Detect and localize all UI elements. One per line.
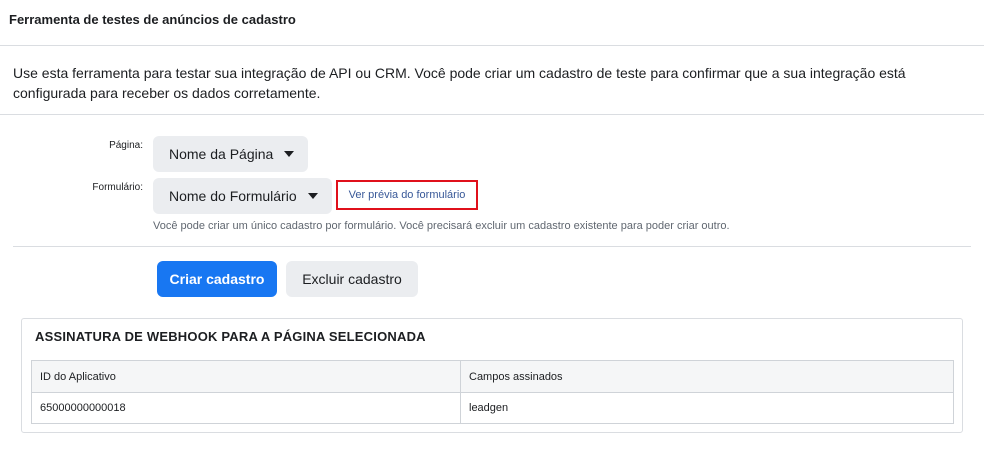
- create-lead-button[interactable]: Criar cadastro: [157, 261, 277, 297]
- divider: [13, 246, 971, 247]
- form-label: Formulário:: [92, 182, 143, 193]
- page-title: Ferramenta de testes de anúncios de cada…: [9, 12, 296, 27]
- delete-lead-button[interactable]: Excluir cadastro: [286, 261, 418, 297]
- page-select[interactable]: Nome da Página: [153, 136, 308, 172]
- webhook-title: ASSINATURA DE WEBHOOK PARA A PÁGINA SELE…: [35, 329, 426, 344]
- app-id-cell: 65000000000018: [32, 393, 461, 423]
- page-select-value: Nome da Página: [169, 146, 274, 162]
- column-header-app-id: ID do Aplicativo: [32, 361, 461, 392]
- form-help-text: Você pode criar um único cadastro por fo…: [153, 220, 730, 232]
- caret-down-icon: [308, 193, 318, 199]
- webhook-table: ID do Aplicativo Campos assinados 650000…: [31, 360, 954, 424]
- fields-cell: leadgen: [469, 402, 509, 414]
- form-select[interactable]: Nome do Formulário: [153, 178, 332, 214]
- table-row: 65000000000018 leadgen: [32, 393, 953, 423]
- intro-text: Use esta ferramenta para testar sua inte…: [13, 65, 906, 101]
- preview-form-link[interactable]: Ver prévia do formulário: [336, 180, 478, 210]
- intro-section: Use esta ferramenta para testar sua inte…: [0, 46, 984, 115]
- page-label: Página:: [109, 140, 143, 151]
- column-header-fields: Campos assinados: [469, 370, 563, 383]
- table-header: ID do Aplicativo Campos assinados: [32, 361, 953, 393]
- webhook-panel: ASSINATURA DE WEBHOOK PARA A PÁGINA SELE…: [21, 318, 963, 433]
- page-header: Ferramenta de testes de anúncios de cada…: [0, 0, 984, 46]
- caret-down-icon: [284, 151, 294, 157]
- form-select-value: Nome do Formulário: [169, 188, 297, 204]
